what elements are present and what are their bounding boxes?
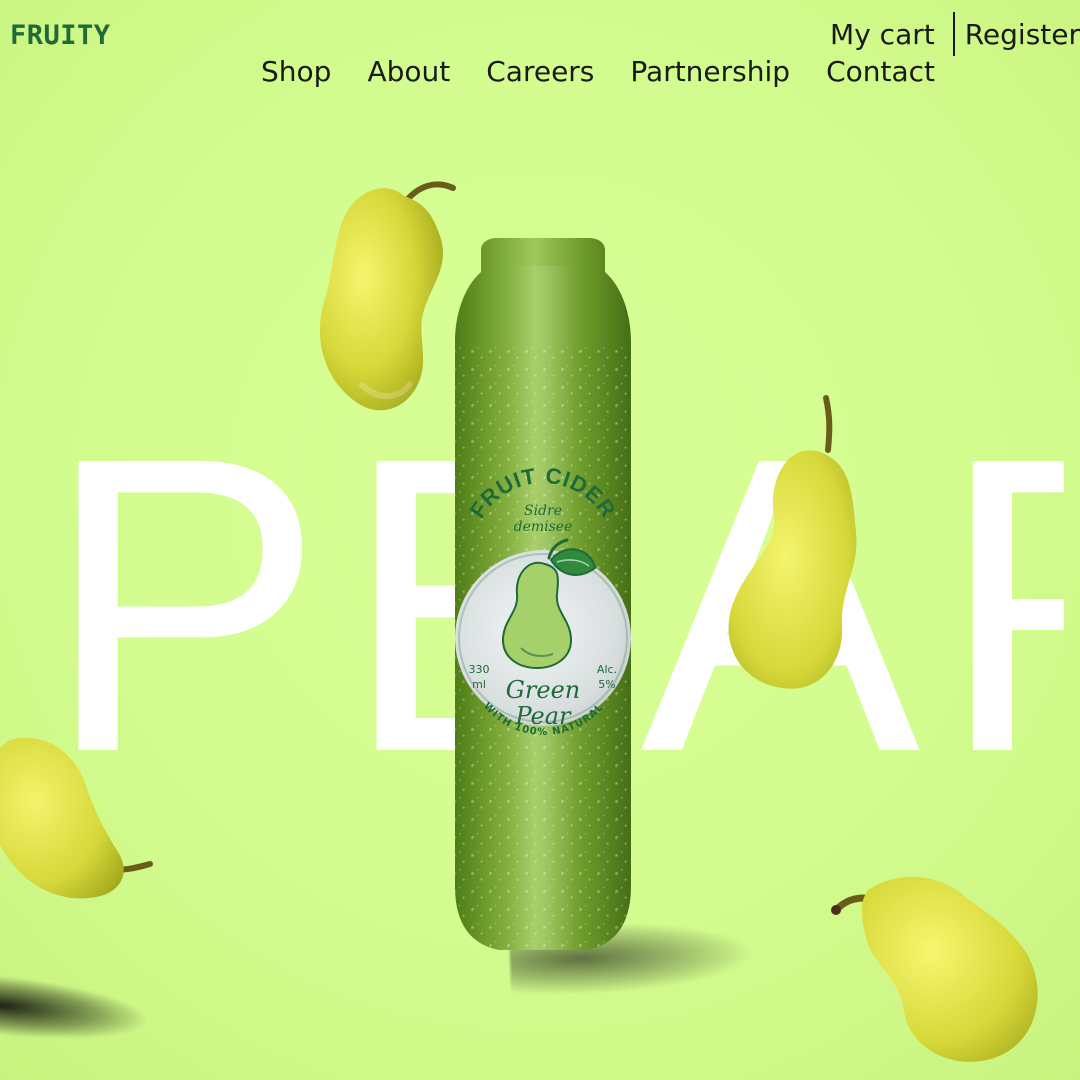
main-nav: Shop About Careers Partnership Contact: [261, 55, 935, 88]
label-sub-line1: Sidre: [524, 503, 562, 519]
pear-image-bottom-left: [0, 737, 153, 899]
my-cart-link[interactable]: My cart: [830, 18, 947, 51]
nav-item-contact[interactable]: Contact: [826, 55, 935, 88]
register-link[interactable]: Register: [965, 18, 1080, 51]
nav-item-partnership[interactable]: Partnership: [630, 55, 790, 88]
pear-image-right: [728, 395, 857, 689]
label-name-line1: Green: [506, 676, 581, 704]
pear-image-bottom-right: [831, 876, 1038, 1062]
nav-item-shop[interactable]: Shop: [261, 55, 331, 88]
account-links: My cart Register: [830, 12, 1080, 56]
hero-stage: PEAR: [0, 0, 1080, 1080]
cider-can-image: FRUIT CIDER Sidre demisee 330 ml Alc. 5%…: [433, 238, 631, 950]
volume-line1: 330: [469, 663, 490, 676]
volume-line2: ml: [472, 678, 486, 691]
label-sub-line2: demisee: [514, 519, 573, 535]
alc-line2: 5%: [598, 678, 615, 691]
alc-line1: Alc.: [597, 663, 617, 676]
nav-item-about[interactable]: About: [367, 55, 450, 88]
brand-logo[interactable]: FRUITY: [10, 20, 111, 51]
corner-shadow: [0, 969, 153, 1051]
nav-item-careers[interactable]: Careers: [486, 55, 594, 88]
header-divider: [952, 12, 955, 56]
